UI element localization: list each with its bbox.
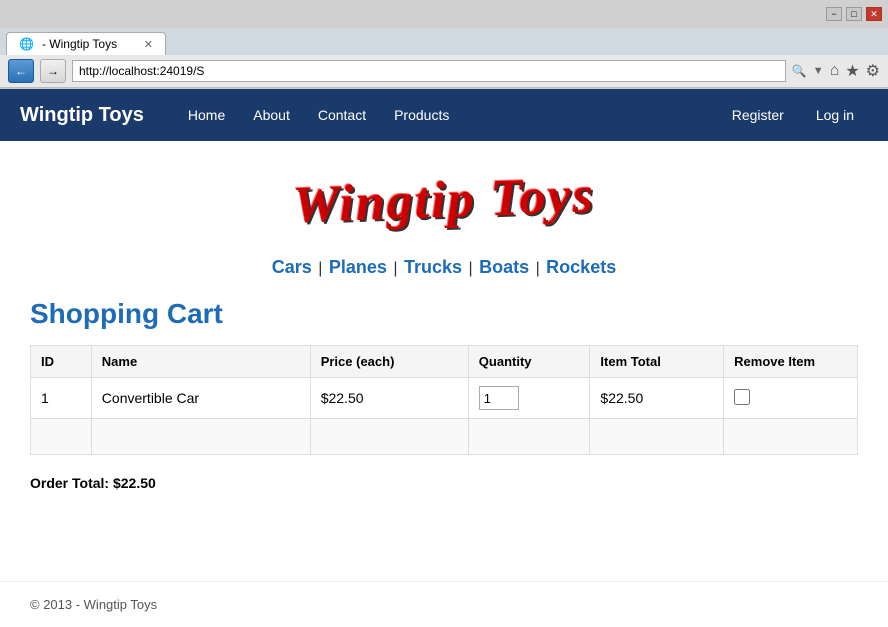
tab-bar: 🌐 - Wingtip Toys ✕: [0, 28, 888, 55]
quantity-input[interactable]: [479, 386, 519, 410]
favorites-icon[interactable]: ★: [845, 61, 859, 81]
login-link[interactable]: Log in: [802, 92, 868, 138]
empty-id: [31, 419, 92, 455]
nav-links: Home About Contact Products: [174, 92, 718, 138]
item-name: Convertible Car: [91, 378, 310, 419]
cart-heading: Shopping Cart: [30, 298, 858, 330]
category-trucks[interactable]: Trucks: [404, 257, 462, 277]
cart-table-body: 1 Convertible Car $22.50 $22.50: [31, 378, 858, 455]
empty-name: [91, 419, 310, 455]
nav-products[interactable]: Products: [380, 92, 463, 138]
col-price: Price (each): [310, 346, 468, 378]
order-total: Order Total: $22.50: [30, 475, 858, 491]
tab-icon: 🌐: [19, 37, 34, 51]
empty-remove: [724, 419, 858, 455]
empty-qty: [468, 419, 590, 455]
cart-table-header: ID Name Price (each) Quantity Item Total…: [31, 346, 858, 378]
browser-tab[interactable]: 🌐 - Wingtip Toys ✕: [6, 32, 166, 55]
empty-price: [310, 419, 468, 455]
main-content: Wingtip Toys Cars | Planes | Trucks | Bo…: [0, 141, 888, 541]
toolbar-icons: ⌂ ★ ⚙: [830, 61, 880, 81]
col-quantity: Quantity: [468, 346, 590, 378]
title-bar-controls: − □ ✕: [826, 7, 882, 21]
nav-about[interactable]: About: [239, 92, 304, 138]
category-boats[interactable]: Boats: [479, 257, 529, 277]
tab-label: - Wingtip Toys: [42, 37, 117, 51]
forward-button[interactable]: →: [40, 59, 66, 83]
category-cars[interactable]: Cars: [272, 257, 312, 277]
empty-row: [31, 419, 858, 455]
title-bar: − □ ✕: [0, 0, 888, 28]
category-links: Cars | Planes | Trucks | Boats | Rockets: [30, 245, 858, 298]
header-row: ID Name Price (each) Quantity Item Total…: [31, 346, 858, 378]
site-title: Wingtip Toys: [292, 166, 596, 235]
url-input[interactable]: [72, 60, 786, 82]
site-nav: Wingtip Toys Home About Contact Products…: [0, 89, 888, 141]
col-id: ID: [31, 346, 92, 378]
settings-icon[interactable]: ⚙: [866, 61, 880, 81]
footer: © 2013 - Wingtip Toys: [0, 581, 888, 627]
col-name: Name: [91, 346, 310, 378]
footer-text: © 2013 - Wingtip Toys: [30, 597, 157, 612]
cart-table: ID Name Price (each) Quantity Item Total…: [30, 345, 858, 455]
back-button[interactable]: ←: [8, 59, 34, 83]
tab-close-icon[interactable]: ✕: [144, 38, 153, 51]
register-link[interactable]: Register: [718, 92, 798, 138]
browser-chrome: − □ ✕ 🌐 - Wingtip Toys ✕ ← → 🔍 ▼ ⌂ ★ ⚙: [0, 0, 888, 89]
nav-right-links: Register Log in: [718, 92, 868, 138]
remove-checkbox[interactable]: [734, 389, 750, 405]
item-price: $22.50: [310, 378, 468, 419]
sep-2: |: [393, 260, 397, 277]
site-title-section: Wingtip Toys: [30, 141, 858, 245]
sep-4: |: [536, 260, 540, 277]
maximize-button[interactable]: □: [846, 7, 862, 21]
nav-home[interactable]: Home: [174, 92, 239, 138]
col-item-total: Item Total: [590, 346, 724, 378]
brand-link[interactable]: Wingtip Toys: [20, 104, 144, 127]
item-id: 1: [31, 378, 92, 419]
remove-cell: [724, 378, 858, 419]
address-bar: ← → 🔍 ▼ ⌂ ★ ⚙: [0, 55, 888, 88]
close-button[interactable]: ✕: [866, 7, 882, 21]
item-quantity-cell: [468, 378, 590, 419]
col-remove: Remove Item: [724, 346, 858, 378]
item-total: $22.50: [590, 378, 724, 419]
home-icon[interactable]: ⌂: [830, 62, 840, 80]
sep-1: |: [318, 260, 322, 277]
table-row: 1 Convertible Car $22.50 $22.50: [31, 378, 858, 419]
category-planes[interactable]: Planes: [329, 257, 387, 277]
dropdown-icon: ▼: [813, 65, 824, 77]
category-rockets[interactable]: Rockets: [546, 257, 616, 277]
minimize-button[interactable]: −: [826, 7, 842, 21]
search-icon: 🔍: [792, 64, 807, 78]
sep-3: |: [468, 260, 472, 277]
nav-contact[interactable]: Contact: [304, 92, 380, 138]
empty-total: [590, 419, 724, 455]
